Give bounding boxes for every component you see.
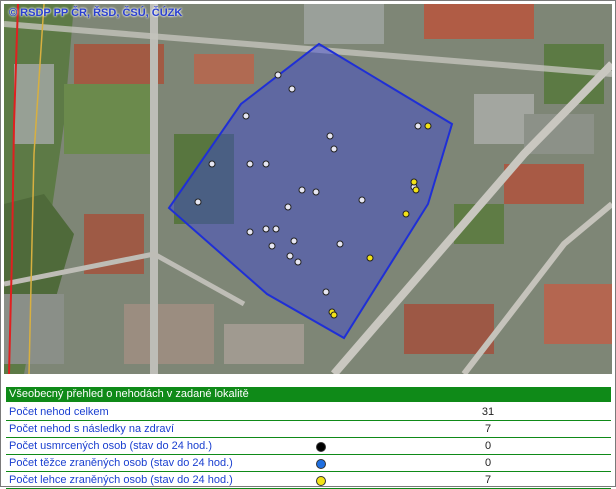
row-value: 0	[484, 457, 492, 469]
serious-injury-legend-icon	[316, 459, 326, 469]
light-injury-point[interactable]	[366, 254, 374, 262]
row-label: Počet lehce zraněných osob (stav do 24 h…	[9, 474, 233, 486]
accident-point[interactable]	[336, 240, 344, 248]
row-label: Počet usmrcených osob (stav do 24 hod.)	[9, 440, 212, 452]
accident-point[interactable]	[290, 237, 298, 245]
map-canvas	[4, 4, 612, 374]
table-row: Počet usmrcených osob (stav do 24 hod.) …	[6, 438, 611, 455]
light-injury-point[interactable]	[412, 186, 420, 194]
accident-point[interactable]	[358, 196, 366, 204]
light-injury-point[interactable]	[424, 122, 432, 130]
table-row: Počet těžce zraněných osob (stav do 24 h…	[6, 455, 611, 472]
accident-point[interactable]	[274, 71, 282, 79]
light-injury-point[interactable]	[402, 210, 410, 218]
map-copyright: © RSDP PP ČR, ŘSD, ČSÚ, ČÚZK	[9, 7, 183, 19]
light-injury-legend-icon	[316, 476, 326, 486]
accident-point[interactable]	[246, 228, 254, 236]
accident-point[interactable]	[322, 288, 330, 296]
table-row: Počet lehce zraněných osob (stav do 24 h…	[6, 472, 611, 489]
accident-point[interactable]	[262, 160, 270, 168]
row-label: Počet těžce zraněných osob (stav do 24 h…	[9, 457, 233, 469]
light-injury-point[interactable]	[330, 311, 338, 319]
accident-point[interactable]	[286, 252, 294, 260]
row-label: Počet nehod celkem	[9, 406, 109, 418]
accident-point[interactable]	[312, 188, 320, 196]
accident-point[interactable]	[288, 85, 296, 93]
accident-point[interactable]	[262, 225, 270, 233]
table-row: Počet nehod celkem 31	[6, 404, 611, 421]
accident-point[interactable]	[294, 258, 302, 266]
accident-point[interactable]	[272, 225, 280, 233]
accident-point[interactable]	[414, 122, 422, 130]
summary-header: Všeobecný přehled o nehodách v zadané lo…	[6, 387, 611, 402]
accident-point[interactable]	[246, 160, 254, 168]
accident-point[interactable]	[298, 186, 306, 194]
row-value: 0	[484, 440, 492, 452]
accident-overview-panel: © RSDP PP ČR, ŘSD, ČSÚ, ČÚZK Všeobecný p…	[0, 0, 616, 489]
accident-summary-table: Všeobecný přehled o nehodách v zadané lo…	[6, 387, 611, 489]
accident-point[interactable]	[330, 145, 338, 153]
table-row: Počet nehod s následky na zdraví 7	[6, 421, 611, 438]
accident-point[interactable]	[268, 242, 276, 250]
accident-point[interactable]	[284, 203, 292, 211]
accident-point[interactable]	[194, 198, 202, 206]
accident-point[interactable]	[208, 160, 216, 168]
accident-point[interactable]	[326, 132, 334, 140]
row-label: Počet nehod s následky na zdraví	[9, 423, 175, 435]
row-value: 7	[484, 423, 492, 435]
accident-point[interactable]	[242, 112, 250, 120]
row-value: 7	[484, 474, 492, 486]
aerial-map[interactable]: © RSDP PP ČR, ŘSD, ČSÚ, ČÚZK	[4, 4, 612, 374]
light-injury-point[interactable]	[410, 178, 418, 186]
fatality-legend-icon	[316, 442, 326, 452]
row-value: 31	[481, 406, 495, 418]
